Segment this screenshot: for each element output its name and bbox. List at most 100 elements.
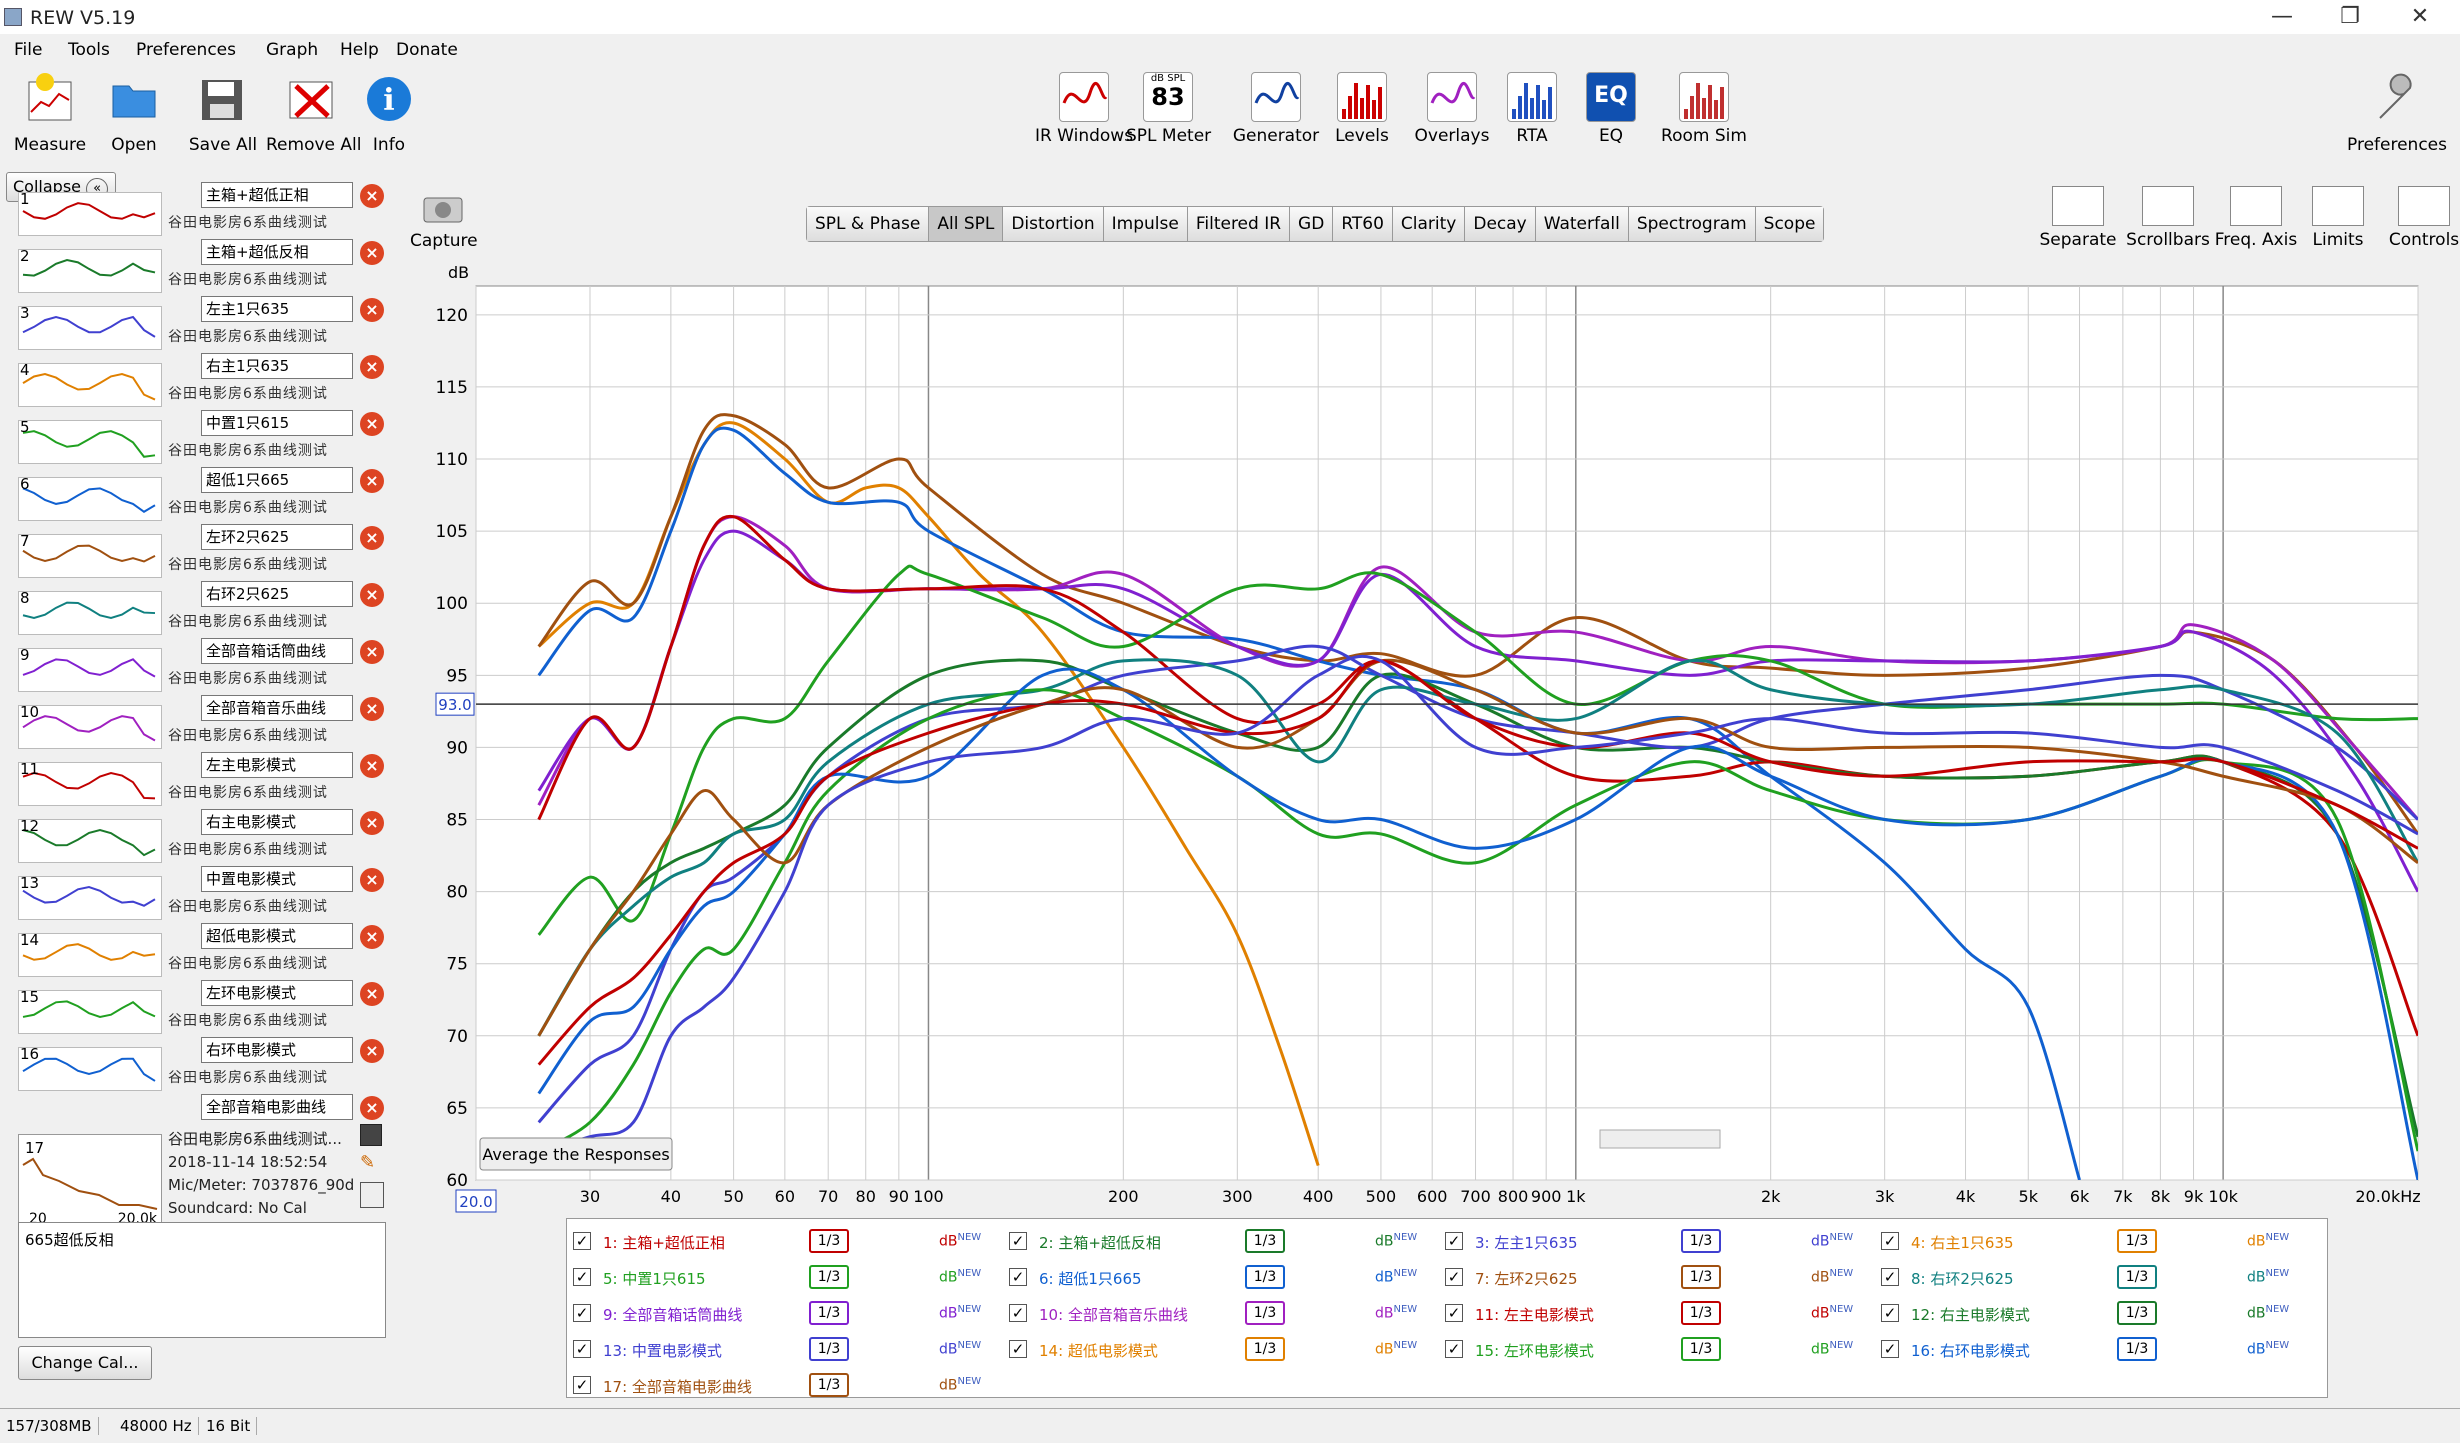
change-cal-button[interactable]: Change Cal...: [18, 1346, 152, 1380]
smoothing-selector[interactable]: 1/3: [1681, 1265, 1721, 1289]
tab-filtered-ir[interactable]: Filtered IR: [1187, 207, 1291, 241]
remove-measurement-icon[interactable]: ×: [360, 298, 384, 322]
tab-scope[interactable]: Scope: [1755, 207, 1824, 241]
tab-rt60[interactable]: RT60: [1333, 207, 1393, 241]
measurement-row[interactable]: 11 左主电影模式 × 谷田电影房6系曲线测试: [8, 752, 396, 809]
legend-checkbox[interactable]: ✓: [1445, 1232, 1463, 1250]
tab-all-spl[interactable]: All SPL: [929, 207, 1004, 241]
tab-gd[interactable]: GD: [1290, 207, 1334, 241]
legend-checkbox[interactable]: ✓: [1881, 1268, 1899, 1286]
legend-db-offset[interactable]: dBNEW: [1811, 1304, 1853, 1322]
smoothing-selector[interactable]: 1/3: [2117, 1265, 2157, 1289]
menu-preferences[interactable]: Preferences: [136, 40, 236, 60]
legend-checkbox[interactable]: ✓: [1881, 1340, 1899, 1358]
legend-checkbox[interactable]: ✓: [1009, 1304, 1027, 1322]
edit-icon[interactable]: [360, 1124, 382, 1146]
measurement-row[interactable]: 2 主箱+超低反相 × 谷田电影房6系曲线测试: [8, 239, 396, 296]
measurement-row[interactable]: 1 主箱+超低正相 × 谷田电影房6系曲线测试: [8, 182, 396, 239]
restore-button[interactable]: ❐: [2320, 2, 2380, 32]
info-button[interactable]: i Info: [356, 72, 422, 155]
remove-measurement-icon[interactable]: ×: [360, 355, 384, 379]
legend-checkbox[interactable]: ✓: [1445, 1340, 1463, 1358]
legend-checkbox[interactable]: ✓: [573, 1232, 591, 1250]
legend-db-offset[interactable]: dBNEW: [939, 1340, 981, 1358]
legend-db-offset[interactable]: dBNEW: [1375, 1268, 1417, 1286]
legend-db-offset[interactable]: dBNEW: [1811, 1340, 1853, 1358]
open-button[interactable]: Open: [96, 72, 172, 155]
average-responses-button[interactable]: Average the Responses: [482, 1145, 669, 1164]
freq-axis-button[interactable]: Freq. Axis: [2212, 186, 2300, 250]
legend-db-offset[interactable]: dBNEW: [2247, 1304, 2289, 1322]
measurement-row[interactable]: 12 右主电影模式 × 谷田电影房6系曲线测试: [8, 809, 396, 866]
scrollbars-button[interactable]: Scrollbars: [2122, 186, 2214, 250]
legend-checkbox[interactable]: ✓: [573, 1268, 591, 1286]
notes-field[interactable]: 665超低反相: [18, 1222, 386, 1338]
spl-graph[interactable]: 120 115 110 105 100 95 90 85 80 75 70 65 60 30 40 50 60 7…: [400, 260, 2460, 1220]
legend-db-offset[interactable]: dBNEW: [1811, 1232, 1853, 1250]
legend-db-offset[interactable]: dBNEW: [939, 1304, 981, 1322]
smoothing-selector[interactable]: 1/3: [809, 1373, 849, 1397]
cal-file-icon[interactable]: [360, 1182, 384, 1208]
smoothing-selector[interactable]: 1/3: [809, 1301, 849, 1325]
remove-measurement-icon[interactable]: ×: [360, 697, 384, 721]
capture-button[interactable]: Capture: [410, 192, 478, 251]
legend-db-offset[interactable]: dBNEW: [939, 1268, 981, 1286]
tab-distortion[interactable]: Distortion: [1003, 207, 1104, 241]
measurement-name-field[interactable]: 主箱+超低正相: [201, 182, 353, 208]
smoothing-selector[interactable]: 1/3: [1245, 1265, 1285, 1289]
legend-db-offset[interactable]: dBNEW: [2247, 1340, 2289, 1358]
remove-measurement-icon[interactable]: ×: [360, 811, 384, 835]
measurement-name-field[interactable]: 超低电影模式: [201, 923, 353, 949]
legend-checkbox[interactable]: ✓: [573, 1376, 591, 1394]
measurement-name-field[interactable]: 主箱+超低反相: [201, 239, 353, 265]
remove-measurement-icon[interactable]: ×: [360, 526, 384, 550]
ir-windows-button[interactable]: IR Windows: [1034, 72, 1134, 146]
tab-waterfall[interactable]: Waterfall: [1535, 207, 1629, 241]
rta-button[interactable]: RTA: [1482, 72, 1582, 146]
measurement-name-field[interactable]: 左环2只625: [201, 524, 353, 550]
remove-measurement-icon[interactable]: ×: [360, 640, 384, 664]
legend-db-offset[interactable]: dBNEW: [1375, 1304, 1417, 1322]
legend-checkbox[interactable]: ✓: [1009, 1340, 1027, 1358]
measurement-name-field[interactable]: 超低1只665: [201, 467, 353, 493]
remove-measurement-icon[interactable]: ×: [360, 925, 384, 949]
graph-mini-toolbar[interactable]: [1599, 1129, 1721, 1149]
menu-graph[interactable]: Graph: [266, 40, 318, 60]
smoothing-selector[interactable]: 1/3: [2117, 1301, 2157, 1325]
smoothing-selector[interactable]: 1/3: [1245, 1301, 1285, 1325]
remove-measurement-icon[interactable]: ×: [360, 583, 384, 607]
x-start-value[interactable]: 20.0: [459, 1193, 492, 1211]
legend-checkbox[interactable]: ✓: [1009, 1268, 1027, 1286]
legend-checkbox[interactable]: ✓: [1445, 1304, 1463, 1322]
measurement-row[interactable]: 8 右环2只625 × 谷田电影房6系曲线测试: [8, 581, 396, 638]
measurement-row[interactable]: 4 右主1只635 × 谷田电影房6系曲线测试: [8, 353, 396, 410]
legend-checkbox[interactable]: ✓: [1881, 1304, 1899, 1322]
remove-measurement-icon[interactable]: ×: [360, 184, 384, 208]
tab-impulse[interactable]: Impulse: [1103, 207, 1188, 241]
smoothing-selector[interactable]: 1/3: [809, 1229, 849, 1253]
tab-spectrogram[interactable]: Spectrogram: [1628, 207, 1756, 241]
limits-button[interactable]: Limits: [2306, 186, 2370, 250]
measurement-name-field[interactable]: 全部音箱音乐曲线: [201, 695, 353, 721]
measurement-name-field[interactable]: 右主1只635: [201, 353, 353, 379]
legend-checkbox[interactable]: ✓: [1881, 1232, 1899, 1250]
tab-decay[interactable]: Decay: [1465, 207, 1536, 241]
legend-db-offset[interactable]: dBNEW: [1375, 1340, 1417, 1358]
remove-measurement-icon[interactable]: ×: [360, 412, 384, 436]
smoothing-selector[interactable]: 1/3: [809, 1265, 849, 1289]
spl-meter-button[interactable]: dB SPL 83 SPL Meter: [1126, 72, 1211, 146]
measurement-name-field[interactable]: 中置电影模式: [201, 866, 353, 892]
pen-icon[interactable]: ✎: [360, 1152, 382, 1174]
generator-button[interactable]: Generator: [1226, 72, 1326, 146]
smoothing-selector[interactable]: 1/3: [2117, 1337, 2157, 1361]
measurement-row[interactable]: 10 全部音箱音乐曲线 × 谷田电影房6系曲线测试: [8, 695, 396, 752]
minimize-button[interactable]: —: [2252, 2, 2312, 32]
legend-checkbox[interactable]: ✓: [573, 1340, 591, 1358]
smoothing-selector[interactable]: 1/3: [1681, 1229, 1721, 1253]
legend-db-offset[interactable]: dBNEW: [939, 1376, 981, 1394]
tab-spl-phase[interactable]: SPL & Phase: [807, 207, 930, 241]
measurement-name-field[interactable]: 中置1只615: [201, 410, 353, 436]
controls-button[interactable]: Controls: [2384, 186, 2460, 250]
legend-checkbox[interactable]: ✓: [573, 1304, 591, 1322]
measurement-row[interactable]: 5 中置1只615 × 谷田电影房6系曲线测试: [8, 410, 396, 467]
